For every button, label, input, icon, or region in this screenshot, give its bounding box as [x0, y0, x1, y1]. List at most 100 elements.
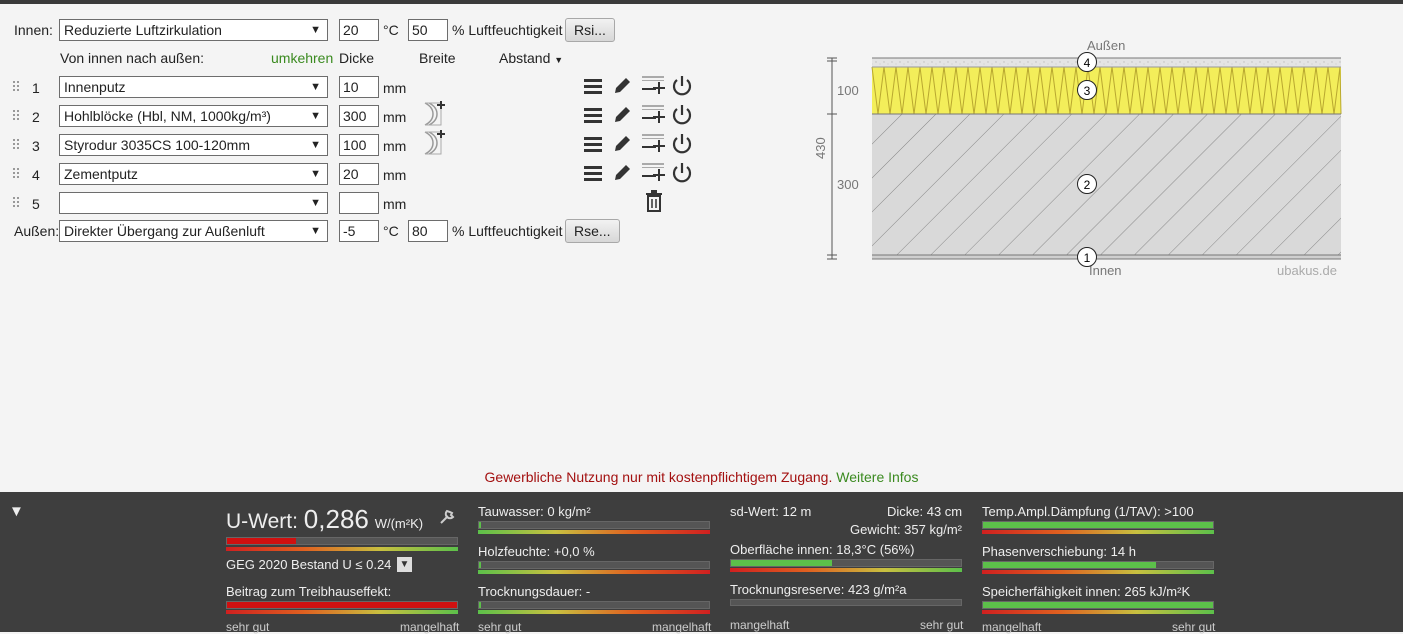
width-header: Breite: [419, 50, 456, 66]
add-width-layer-icon[interactable]: [423, 101, 445, 127]
drag-handle-icon[interactable]: [13, 197, 21, 209]
inside-humidity-input[interactable]: 50: [408, 19, 448, 41]
dim-insulation-label: 100: [837, 83, 859, 98]
power-toggle-icon[interactable]: [671, 75, 693, 97]
layer-material-select[interactable]: Zementputz ▼: [59, 163, 328, 185]
layer-number: 1: [32, 80, 40, 96]
rsi-button[interactable]: Rsi...: [565, 18, 615, 42]
inside-temp-input[interactable]: 20: [339, 19, 379, 41]
layer-material-select[interactable]: Innenputz ▼: [59, 76, 328, 98]
layer-number: 2: [32, 109, 40, 125]
greenhouse-label: Beitrag zum Treibhauseffekt:: [226, 584, 392, 599]
scale-bad-label-3: mangelhaft: [730, 618, 790, 632]
drying-reserve-bar: [730, 599, 962, 606]
wood-moisture-bar: [478, 561, 710, 569]
damping-bar: [982, 521, 1214, 529]
geg-dropdown-icon[interactable]: ▼: [397, 557, 412, 572]
wood-moisture-scale: [478, 570, 710, 574]
drag-handle-icon[interactable]: [13, 110, 21, 122]
layer-thickness-input[interactable]: 100: [339, 134, 379, 156]
layer-thickness-unit: mm: [383, 196, 407, 212]
direction-label: Von innen nach außen:: [60, 50, 205, 66]
u-value: U-Wert: 0,286 W/(m²K): [226, 504, 424, 534]
drag-handle-icon[interactable]: [13, 81, 21, 93]
diagram-inside-label: Innen: [1089, 263, 1122, 278]
surface-temp-bar: [730, 559, 962, 567]
layer-thickness-input[interactable]: 10: [339, 76, 379, 98]
edit-pencil-icon[interactable]: [612, 105, 632, 125]
geg-requirement: GEG 2020 Bestand U ≤ 0.24: [226, 557, 392, 572]
drying-time-bar: [478, 601, 710, 609]
trash-icon[interactable]: [645, 190, 663, 212]
add-width-layer-icon[interactable]: [423, 130, 445, 156]
u-scale: [226, 547, 458, 551]
greenhouse-scale: [226, 610, 458, 614]
diagram-outside-label: Außen: [1087, 38, 1125, 53]
layer-material-select[interactable]: ▼: [59, 192, 328, 214]
u-value-bar: [226, 537, 458, 545]
menu-icon[interactable]: [583, 134, 603, 154]
spacing-dropdown[interactable]: Abstand ▼: [499, 50, 563, 66]
outside-label: Außen:: [14, 223, 60, 239]
dim-total-label: 430: [813, 137, 828, 159]
dim-block-label: 300: [837, 177, 859, 192]
power-toggle-icon[interactable]: [671, 104, 693, 126]
surface-temp-scale: [730, 568, 962, 572]
drag-handle-icon[interactable]: [13, 168, 21, 180]
insert-layer-icon[interactable]: [641, 74, 665, 96]
reverse-link[interactable]: umkehren: [271, 50, 333, 66]
license-notice: Gewerbliche Nutzung nur mit kostenpflich…: [484, 469, 919, 485]
drying-time-label: Trocknungsdauer: -: [478, 584, 591, 599]
outside-temp-unit: °C: [383, 223, 399, 239]
more-info-link[interactable]: Weitere Infos: [836, 469, 918, 485]
layer-material-select[interactable]: Styrodur 3035CS 100-120mm ▼: [59, 134, 328, 156]
storage-capacity-scale: [982, 610, 1214, 614]
drag-handle-icon[interactable]: [13, 139, 21, 151]
inside-label: Innen:: [14, 22, 53, 38]
storage-capacity-bar: [982, 601, 1214, 609]
layer-thickness-input[interactable]: 20: [339, 163, 379, 185]
phase-shift-scale: [982, 570, 1214, 574]
power-toggle-icon[interactable]: [671, 162, 693, 184]
layer-number: 4: [32, 167, 40, 183]
edit-pencil-icon[interactable]: [612, 134, 632, 154]
greenhouse-bar: [226, 601, 458, 609]
collapse-toggle-icon[interactable]: ▼: [9, 503, 24, 520]
outside-temp-input[interactable]: -5: [339, 220, 379, 242]
layer-thickness-input[interactable]: [339, 192, 379, 214]
menu-icon[interactable]: [583, 163, 603, 183]
edit-pencil-icon[interactable]: [612, 163, 632, 183]
svg-text:4: 4: [1084, 56, 1091, 70]
menu-icon[interactable]: [583, 105, 603, 125]
outside-humidity-unit: % Luftfeuchtigkeit: [452, 223, 563, 239]
layer-thickness-input[interactable]: 300: [339, 105, 379, 127]
weight: Gewicht: 357 kg/m²: [850, 522, 962, 537]
outside-humidity-input[interactable]: 80: [408, 220, 448, 242]
marker-2: 2: [1077, 174, 1097, 194]
storage-capacity-label: Speicherfähigkeit innen: 265 kJ/m²K: [982, 584, 1191, 599]
insert-layer-icon[interactable]: [641, 161, 665, 183]
marker-4: 4: [1077, 52, 1097, 72]
layer-thickness-unit: mm: [383, 109, 407, 125]
rse-button[interactable]: Rse...: [565, 219, 620, 243]
layer-material-select[interactable]: Hohlblöcke (Hbl, NM, 1000kg/m³) ▼: [59, 105, 328, 127]
phase-shift-label: Phasenverschiebung: 14 h: [982, 544, 1136, 559]
menu-icon[interactable]: [583, 76, 603, 96]
thickness-header: Dicke: [339, 50, 375, 66]
layer-1-plaster: [872, 255, 1341, 259]
outside-climate-select[interactable]: Direkter Übergang zur Außenluft ▼: [59, 220, 328, 242]
power-toggle-icon[interactable]: [671, 133, 693, 155]
edit-pencil-icon[interactable]: [612, 76, 632, 96]
svg-text:1: 1: [1084, 251, 1091, 265]
insert-layer-icon[interactable]: [641, 103, 665, 125]
sd-value: sd-Wert: 12 m: [730, 504, 812, 519]
inside-climate-select[interactable]: Reduzierte Luftzirkulation ▼: [59, 19, 328, 41]
layer-thickness-unit: mm: [383, 80, 407, 96]
wood-moisture-label: Holzfeuchte: +0,0 %: [478, 544, 595, 559]
surface-temp-label: Oberfläche innen: 18,3°C (56%): [730, 542, 915, 557]
layer-thickness-unit: mm: [383, 138, 407, 154]
drying-reserve-label: Trocknungsreserve: 423 g/m²a: [730, 582, 907, 597]
insert-layer-icon[interactable]: [641, 132, 665, 154]
layer-thickness-unit: mm: [383, 167, 407, 183]
wrench-icon[interactable]: [438, 508, 456, 526]
